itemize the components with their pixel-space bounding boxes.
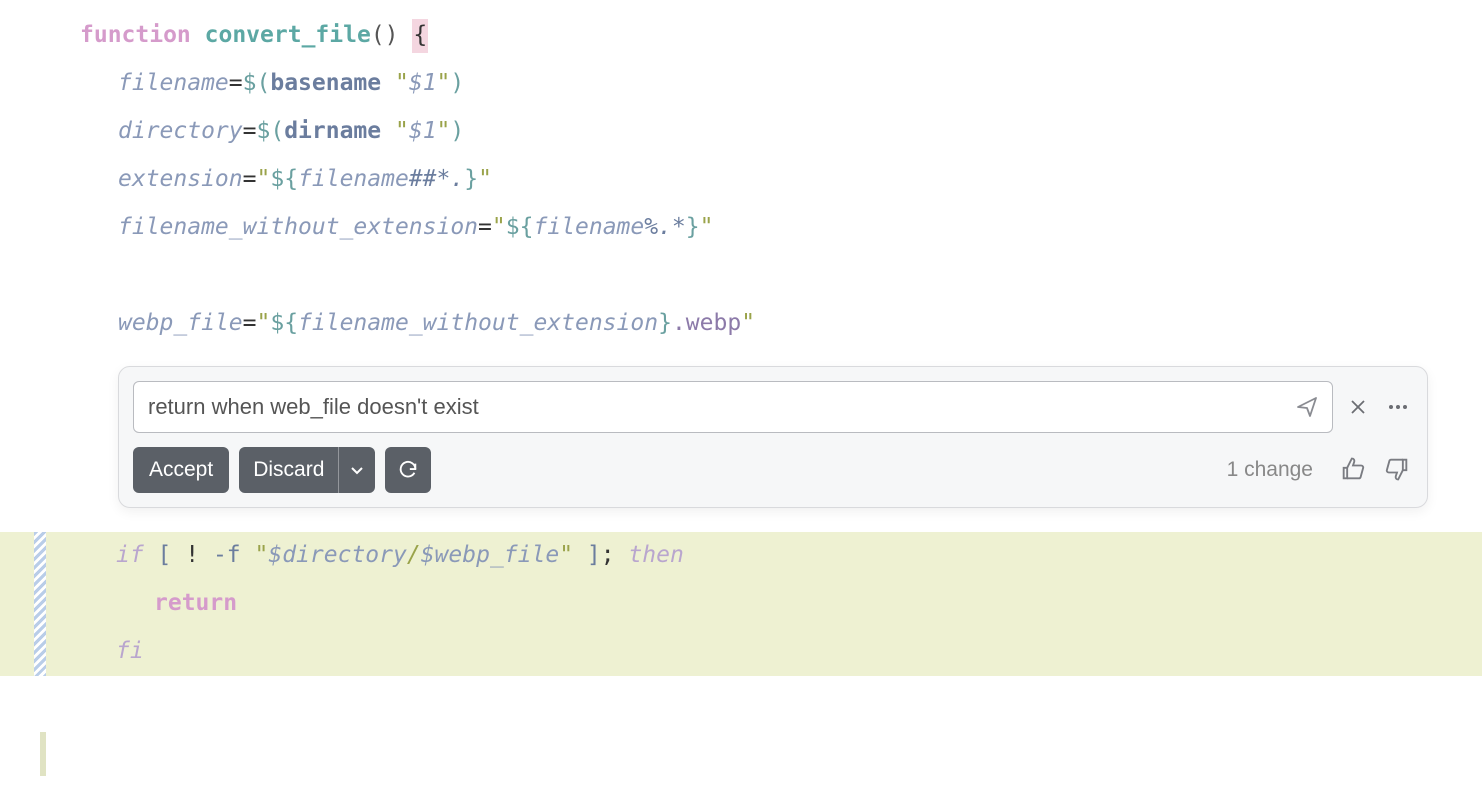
inline-chat-panel: Accept Discard 1 change bbox=[118, 366, 1428, 508]
code-line: filename_without_extension="${filename%.… bbox=[0, 204, 1482, 252]
inline-chat-input-wrap[interactable] bbox=[133, 381, 1333, 433]
var-webp: webp_file bbox=[118, 307, 243, 340]
change-count: 1 change bbox=[1227, 455, 1313, 485]
arg: $1 bbox=[409, 115, 437, 148]
quote: " bbox=[492, 211, 506, 244]
diff-line: fi bbox=[0, 628, 1482, 676]
refresh-icon bbox=[397, 459, 419, 481]
quote: " bbox=[437, 67, 451, 100]
quote: " bbox=[256, 307, 270, 340]
equals: = bbox=[243, 115, 257, 148]
test-open: [ bbox=[144, 539, 186, 572]
cmd-dirname: dirname bbox=[284, 115, 381, 148]
keyword-function: function bbox=[80, 19, 191, 52]
cursor-indicator bbox=[40, 732, 46, 776]
param-inner: filename bbox=[533, 211, 644, 244]
equals: = bbox=[478, 211, 492, 244]
var-directory: $directory bbox=[268, 539, 406, 572]
quote: " bbox=[256, 163, 270, 196]
keyword-return: return bbox=[154, 587, 237, 620]
quote: " bbox=[478, 163, 492, 196]
discard-label: Discard bbox=[239, 447, 339, 493]
code-line: directory=$(dirname "$1") bbox=[0, 108, 1482, 156]
bang: ! bbox=[185, 539, 199, 572]
param-exp-open: ${ bbox=[270, 163, 298, 196]
close-icon[interactable] bbox=[1343, 392, 1373, 422]
feedback-icons bbox=[1339, 455, 1413, 485]
param-exp-close: } bbox=[658, 307, 672, 340]
quote: " bbox=[559, 539, 573, 572]
var-fwe: filename_without_extension bbox=[118, 211, 478, 244]
code-line: webp_file="${filename_without_extension}… bbox=[0, 300, 1482, 348]
var-webp: $webp_file bbox=[421, 539, 559, 572]
diff-line: return bbox=[0, 580, 1482, 628]
arg: $1 bbox=[409, 67, 437, 100]
equals: = bbox=[229, 67, 243, 100]
chevron-down-icon[interactable] bbox=[339, 462, 375, 478]
quote: " bbox=[395, 67, 409, 100]
literal-webp: .webp bbox=[672, 307, 741, 340]
inline-chat-input[interactable] bbox=[146, 393, 1294, 421]
code-line: filename=$(basename "$1") bbox=[0, 60, 1482, 108]
brace-open: { bbox=[412, 19, 428, 52]
keyword-fi: fi bbox=[116, 635, 144, 668]
equals: = bbox=[243, 307, 257, 340]
param-inner: filename_without_extension bbox=[298, 307, 658, 340]
inline-chat-input-row bbox=[133, 381, 1413, 433]
var-extension: extension bbox=[118, 163, 243, 196]
more-icon[interactable] bbox=[1383, 392, 1413, 422]
test-close: ] bbox=[573, 539, 601, 572]
cmd-subst-open: $( bbox=[243, 67, 271, 100]
quote: " bbox=[700, 211, 714, 244]
equals: = bbox=[243, 163, 257, 196]
cmd-basename: basename bbox=[270, 67, 381, 100]
diff-gutter-indicator bbox=[34, 532, 46, 676]
param-suffix: ##*. bbox=[409, 163, 464, 196]
thumbs-down-icon[interactable] bbox=[1383, 455, 1413, 485]
keyword-if: if bbox=[116, 539, 144, 572]
diff-suggestion: if [ ! -f "$directory/$webp_file" ]; the… bbox=[0, 532, 1482, 676]
cmd-subst-close: ) bbox=[450, 115, 464, 148]
diff-line: if [ ! -f "$directory/$webp_file" ]; the… bbox=[0, 532, 1482, 580]
cmd-subst-close: ) bbox=[450, 67, 464, 100]
quote: " bbox=[395, 115, 409, 148]
param-exp-close: } bbox=[686, 211, 700, 244]
param-exp-open: ${ bbox=[270, 307, 298, 340]
param-exp-open: ${ bbox=[506, 211, 534, 244]
regenerate-button[interactable] bbox=[385, 447, 431, 493]
discard-button[interactable]: Discard bbox=[239, 447, 375, 493]
param-suffix: %.* bbox=[644, 211, 686, 244]
inline-chat-action-row: Accept Discard 1 change bbox=[133, 447, 1413, 493]
param-exp-close: } bbox=[464, 163, 478, 196]
send-icon[interactable] bbox=[1294, 394, 1320, 420]
code-editor[interactable]: function convert_file() { filename=$(bas… bbox=[0, 0, 1482, 348]
flag-f: -f bbox=[199, 539, 254, 572]
keyword-then: then bbox=[615, 539, 684, 572]
code-line: function convert_file() { bbox=[0, 12, 1482, 60]
var-directory: directory bbox=[118, 115, 243, 148]
quote: " bbox=[255, 539, 269, 572]
quote: " bbox=[741, 307, 755, 340]
slash: / bbox=[407, 539, 421, 572]
parens: () bbox=[371, 19, 399, 52]
code-line: extension="${filename##*.}" bbox=[0, 156, 1482, 204]
function-name: convert_file bbox=[205, 19, 371, 52]
var-filename: filename bbox=[118, 67, 229, 100]
cmd-subst-open: $( bbox=[256, 115, 284, 148]
accept-button[interactable]: Accept bbox=[133, 447, 229, 493]
quote: " bbox=[437, 115, 451, 148]
blank-line bbox=[0, 252, 1482, 300]
param-inner: filename bbox=[298, 163, 409, 196]
semicolon: ; bbox=[601, 539, 615, 572]
thumbs-up-icon[interactable] bbox=[1339, 455, 1369, 485]
